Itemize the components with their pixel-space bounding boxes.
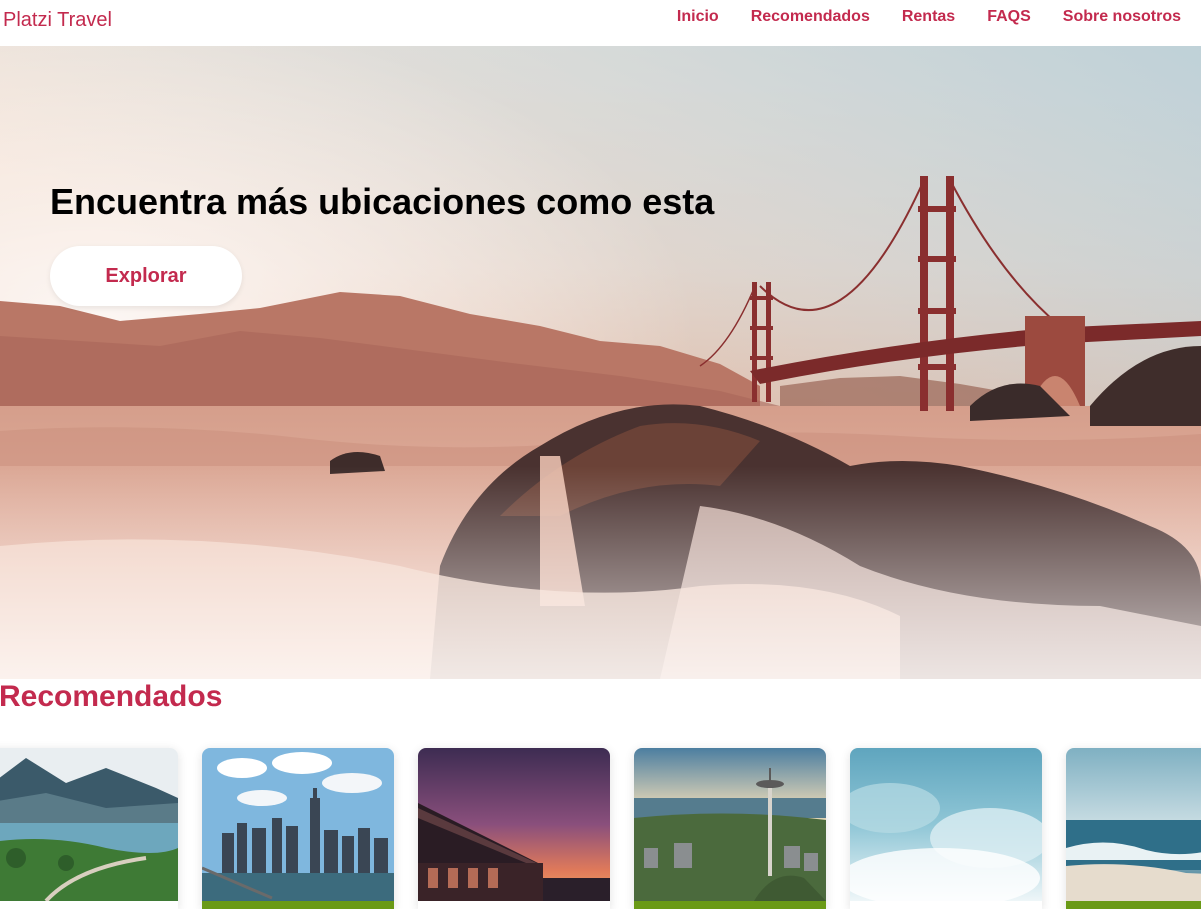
sunset-building-image <box>418 748 610 901</box>
nav-link-rentas[interactable]: Rentas <box>902 8 955 26</box>
nav-link-faqs[interactable]: FAQS <box>987 8 1031 26</box>
recommended-card-list <box>0 748 1201 909</box>
recommended-card-city-skyline[interactable] <box>202 748 394 909</box>
card-bar <box>0 901 178 909</box>
city-skyline-image <box>202 748 394 901</box>
space-needle-image <box>634 748 826 901</box>
hero-title: Encuentra más ubicaciones como esta <box>50 181 715 222</box>
recommended-card-beach-waves[interactable] <box>1066 748 1201 909</box>
card-bar <box>634 901 826 909</box>
hero-background-image <box>0 46 1201 679</box>
main-nav: Inicio Recomendados Rentas FAQS Sobre no… <box>677 8 1181 26</box>
recommended-card-sunset-building[interactable] <box>418 748 610 909</box>
hero-section: Encuentra más ubicaciones como esta Expl… <box>0 46 1201 679</box>
nav-link-inicio[interactable]: Inicio <box>677 8 719 26</box>
card-bar <box>418 901 610 909</box>
clouds-sky-image <box>850 748 1042 901</box>
nav-link-recomendados[interactable]: Recomendados <box>751 8 870 26</box>
recommended-card-lake-mountains[interactable] <box>0 748 178 909</box>
recommended-title: Recomendados <box>0 680 223 713</box>
recommended-card-space-needle[interactable] <box>634 748 826 909</box>
card-bar <box>202 901 394 909</box>
nav-link-sobre-nosotros[interactable]: Sobre nosotros <box>1063 8 1181 26</box>
recommended-card-clouds-sky[interactable] <box>850 748 1042 909</box>
card-bar <box>1066 901 1201 909</box>
lake-mountains-image <box>0 748 178 901</box>
beach-waves-image <box>1066 748 1201 901</box>
site-logo[interactable]: Platzi Travel <box>3 9 112 32</box>
card-bar <box>850 901 1042 909</box>
site-header: Platzi Travel Inicio Recomendados Rentas… <box>0 0 1201 46</box>
explore-button[interactable]: Explorar <box>50 246 242 306</box>
